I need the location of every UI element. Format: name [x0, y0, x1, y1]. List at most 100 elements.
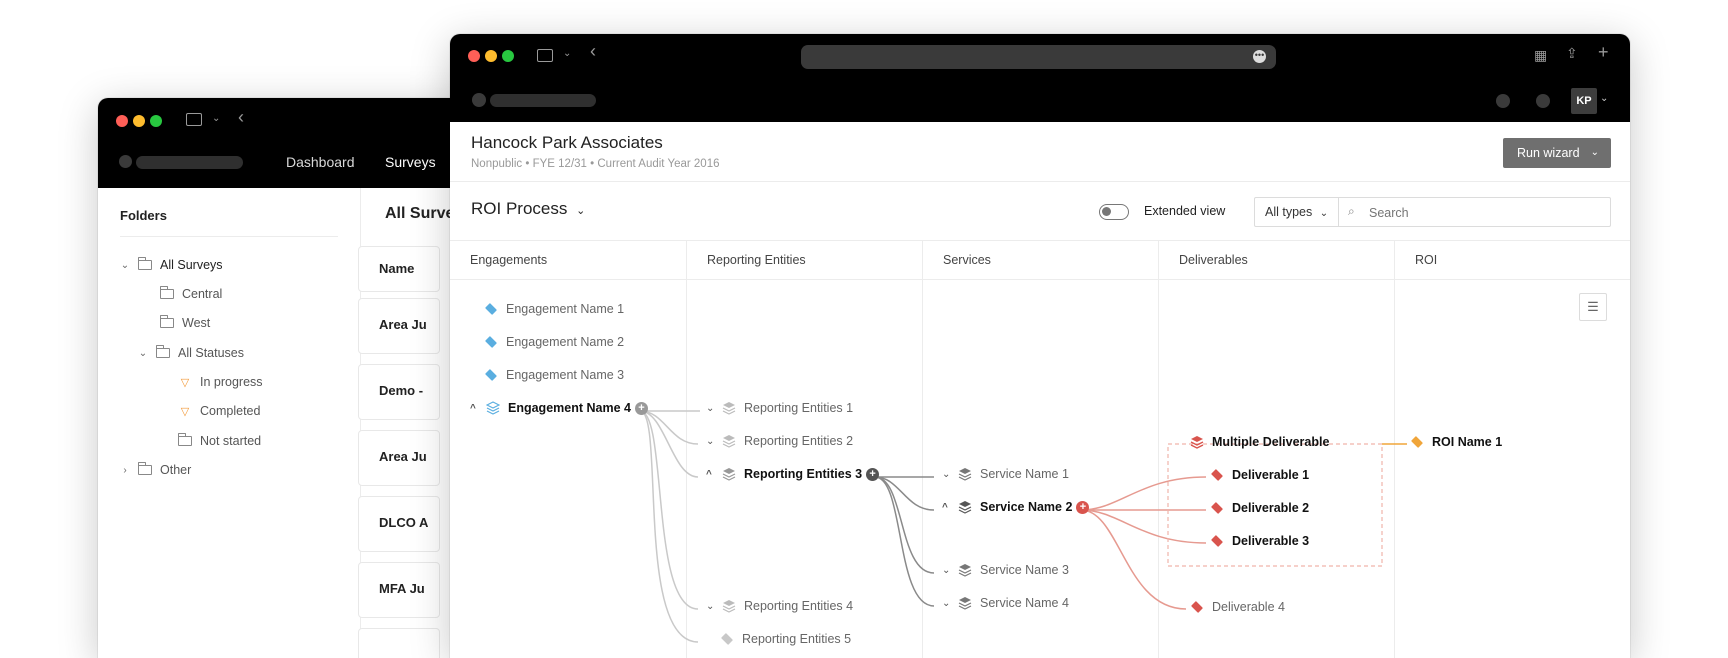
folder-all-statuses[interactable]: ⌄ All Statuses: [138, 345, 244, 360]
nav-surveys[interactable]: Surveys: [385, 154, 436, 170]
folder-west[interactable]: West: [159, 315, 210, 330]
service-node-2[interactable]: ^ Service Name 2 +: [942, 500, 1090, 514]
survey-row[interactable]: Demo -: [358, 364, 440, 420]
filter-in-progress[interactable]: ▽ In progress: [178, 375, 263, 389]
type-filter-select[interactable]: All types ⌄: [1255, 198, 1339, 226]
layers-icon: [722, 468, 736, 481]
engagement-node-4[interactable]: ^ Engagement Name 4 +: [470, 401, 648, 415]
survey-row[interactable]: Area Ju: [358, 430, 440, 486]
deliverable-diamond-icon: [1210, 468, 1224, 482]
list-view-button[interactable]: ☰: [1579, 293, 1607, 321]
column-deliverables: Deliverables: [1159, 241, 1395, 658]
meta-item: Nonpublic: [471, 158, 523, 170]
reporting-entity-node-4[interactable]: ⌄ Reporting Entities 4: [706, 599, 853, 613]
deliverable-multiple-node[interactable]: Multiple Deliverable: [1190, 435, 1329, 449]
expand-chevron-icon[interactable]: ⌄: [942, 565, 958, 576]
reporting-entity-node-5[interactable]: Reporting Entities 5: [720, 632, 852, 646]
folder-icon: [159, 315, 174, 328]
survey-name: Area Ju: [379, 449, 427, 464]
roi-diamond-icon: [1410, 435, 1424, 449]
back-icon[interactable]: ‹: [590, 42, 596, 60]
chevron-down-icon[interactable]: ⌄: [120, 260, 130, 271]
service-node-3[interactable]: ⌄ Service Name 3: [942, 563, 1069, 577]
service-label: Service Name 2: [980, 500, 1073, 514]
folder-all-surveys[interactable]: ⌄ All Surveys: [120, 257, 223, 272]
engagement-node-2[interactable]: Engagement Name 2: [484, 335, 624, 349]
help-icon[interactable]: [1536, 94, 1550, 108]
add-tab-icon[interactable]: +: [1598, 43, 1609, 61]
more-icon[interactable]: •••: [1253, 50, 1266, 63]
close-dot[interactable]: [468, 50, 480, 62]
add-node-icon[interactable]: +: [634, 401, 648, 415]
expand-chevron-icon[interactable]: ⌄: [706, 403, 722, 414]
folder-central[interactable]: Central: [159, 286, 223, 301]
deliverable-node-1[interactable]: Deliverable 1: [1210, 468, 1309, 482]
survey-row[interactable]: Area Ju: [358, 298, 440, 354]
close-dot[interactable]: [116, 115, 128, 127]
deliverable-node-3[interactable]: Deliverable 3: [1210, 534, 1309, 548]
layers-icon: [722, 435, 736, 448]
back-icon[interactable]: ‹: [238, 108, 244, 126]
divider: [450, 181, 1630, 182]
notification-icon[interactable]: [1496, 94, 1510, 108]
reporting-entity-node-1[interactable]: ⌄ Reporting Entities 1: [706, 401, 853, 415]
minimize-dot[interactable]: [485, 50, 497, 62]
reporting-entity-node-3[interactable]: ^ Reporting Entities 3 +: [706, 467, 880, 481]
meta-separator: •: [525, 158, 533, 170]
survey-row[interactable]: [358, 628, 440, 658]
folder-label: Central: [182, 287, 223, 301]
collapse-chevron-icon[interactable]: ^: [942, 502, 958, 513]
service-node-1[interactable]: ⌄ Service Name 1: [942, 467, 1069, 481]
service-label: Service Name 3: [980, 563, 1069, 577]
chevron-down-icon[interactable]: ⌄: [563, 47, 571, 61]
survey-row[interactable]: MFA Ju: [358, 562, 440, 618]
add-node-icon[interactable]: +: [1076, 500, 1090, 514]
sidebar-toggle-icon[interactable]: [537, 49, 553, 62]
folder-other[interactable]: › Other: [120, 462, 191, 477]
filter-completed[interactable]: ▽ Completed: [178, 404, 261, 418]
chevron-down-icon[interactable]: ⌄: [138, 348, 148, 359]
survey-row[interactable]: DLCO A: [358, 496, 440, 552]
roi-node-1[interactable]: ROI Name 1: [1410, 435, 1502, 449]
folder-not-started[interactable]: Not started: [177, 433, 261, 448]
expand-chevron-icon[interactable]: ⌄: [706, 601, 722, 612]
reporting-entity-node-2[interactable]: ⌄ Reporting Entities 2: [706, 434, 853, 448]
deliverable-node-2[interactable]: Deliverable 2: [1210, 501, 1309, 515]
filter-icon: ▽: [180, 405, 190, 418]
share-icon[interactable]: ⇪: [1566, 46, 1578, 60]
engagement-node-1[interactable]: Engagement Name 1: [484, 302, 624, 316]
reporting-entity-label: Reporting Entities 5: [742, 632, 852, 646]
expand-chevron-icon[interactable]: ⌄: [942, 598, 958, 609]
engagement-node-3[interactable]: Engagement Name 3: [484, 368, 624, 382]
layers-icon: [958, 597, 972, 610]
zoom-dot[interactable]: [150, 115, 162, 127]
expand-chevron-icon[interactable]: ⌄: [942, 469, 958, 480]
folder-icon: [159, 286, 174, 299]
add-node-icon[interactable]: +: [866, 467, 880, 481]
minimize-dot[interactable]: [133, 115, 145, 127]
reporting-entity-label: Reporting Entities 1: [744, 401, 854, 415]
avatar[interactable]: KP: [1571, 88, 1597, 114]
chevron-down-icon: ⌄: [1319, 208, 1329, 219]
grid-icon[interactable]: ▦: [1534, 48, 1547, 62]
nav-dashboard[interactable]: Dashboard: [286, 154, 355, 170]
chevron-down-icon[interactable]: ⌄: [212, 112, 220, 126]
collapse-chevron-icon[interactable]: ^: [706, 469, 722, 480]
engagement-diamond-icon: [484, 302, 498, 316]
expand-chevron-icon[interactable]: ⌄: [706, 436, 722, 447]
chevron-right-icon[interactable]: ›: [120, 465, 130, 476]
logo-placeholder: [490, 94, 596, 107]
engagement-diamond-icon: [484, 335, 498, 349]
deliverable-node-4[interactable]: Deliverable 4: [1190, 600, 1285, 614]
process-title[interactable]: ROI Process ⌄: [471, 199, 585, 219]
run-wizard-button[interactable]: Run wizard ⌄: [1503, 138, 1611, 168]
zoom-dot[interactable]: [502, 50, 514, 62]
collapse-chevron-icon[interactable]: ^: [470, 403, 486, 414]
entity-diamond-icon: [720, 632, 734, 646]
extended-view-toggle[interactable]: [1099, 204, 1129, 220]
search-input[interactable]: [1367, 202, 1601, 224]
service-node-4[interactable]: ⌄ Service Name 4: [942, 596, 1069, 610]
address-bar[interactable]: [801, 45, 1276, 69]
chevron-down-icon[interactable]: ⌄: [1600, 92, 1608, 106]
sidebar-toggle-icon[interactable]: [186, 113, 202, 126]
